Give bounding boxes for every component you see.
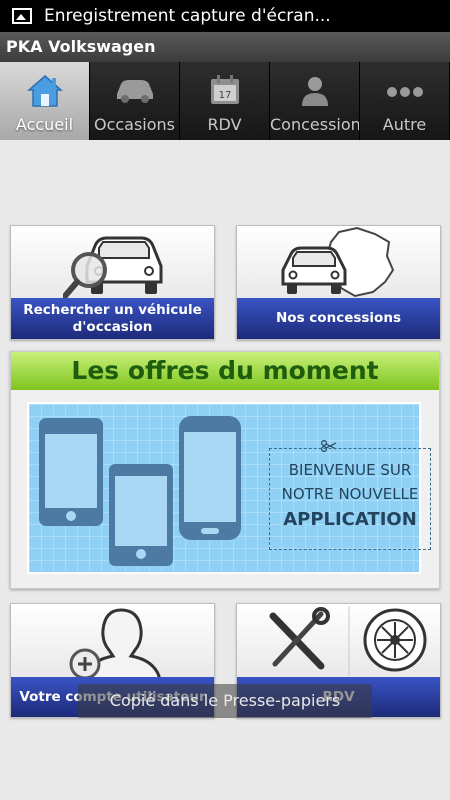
status-text: Enregistrement capture d'écran... bbox=[44, 6, 331, 26]
person-icon bbox=[301, 77, 328, 106]
calendar-day: 17 bbox=[218, 90, 231, 101]
more-icon bbox=[386, 87, 423, 97]
welcome-banner[interactable]: BIENVENUE SUR NOTRE NOUVELLE APPLICATION bbox=[27, 402, 431, 574]
car-search-icon bbox=[63, 236, 163, 299]
search-used-vehicle-card[interactable]: Rechercher un véhicule d'occasion bbox=[10, 225, 215, 340]
tab-label: Concessionnaires bbox=[270, 115, 360, 134]
car-france-map-icon bbox=[281, 226, 395, 298]
tab-label: Accueil bbox=[15, 115, 74, 134]
welcome-message: BIENVENUE SUR NOTRE NOUVELLE APPLICATION bbox=[269, 448, 431, 550]
status-bar: Enregistrement capture d'écran... bbox=[0, 0, 450, 32]
offers-title: Les offres du moment bbox=[71, 356, 379, 385]
tab-concessionnaires[interactable]: Concessionnaires bbox=[270, 62, 360, 140]
tab-occasions[interactable]: Occasions bbox=[90, 62, 180, 140]
offers-header: Les offres du moment bbox=[11, 352, 439, 390]
screenshot-icon bbox=[12, 8, 32, 24]
search-used-vehicle-label: Rechercher un véhicule d'occasion bbox=[11, 298, 214, 339]
offers-panel[interactable]: Les offres du moment BIENVENUE SUR NOTRE… bbox=[10, 351, 440, 589]
welcome-line1: BIENVENUE SUR bbox=[288, 461, 412, 479]
car-icon bbox=[116, 80, 153, 103]
app-title: PKA Volkswagen bbox=[6, 37, 156, 56]
dealers-label: Nos concessions bbox=[237, 298, 440, 339]
calendar-icon: 17 bbox=[210, 75, 239, 104]
tab-label: RDV bbox=[207, 115, 242, 134]
tab-bar: Accueil Occasions 17 RDV Concessionnaire… bbox=[0, 62, 450, 140]
add-user-icon bbox=[69, 608, 161, 684]
tools-wheel-icon bbox=[269, 606, 427, 676]
welcome-line2: NOTRE NOUVELLE bbox=[281, 485, 419, 503]
tab-autre[interactable]: Autre bbox=[360, 62, 450, 140]
dealers-card[interactable]: Nos concessions bbox=[236, 225, 441, 340]
action-bar: PKA Volkswagen bbox=[0, 32, 450, 62]
tab-label: Occasions bbox=[93, 115, 176, 134]
tab-accueil[interactable]: Accueil bbox=[0, 62, 90, 140]
welcome-line3: APPLICATION bbox=[283, 509, 417, 530]
phones-illustration bbox=[39, 416, 241, 566]
tab-rdv[interactable]: 17 RDV bbox=[180, 62, 270, 140]
toast-message: Copié dans le Presse-papiers bbox=[78, 684, 372, 718]
home-icon bbox=[26, 75, 63, 107]
tab-label: Autre bbox=[382, 115, 427, 134]
